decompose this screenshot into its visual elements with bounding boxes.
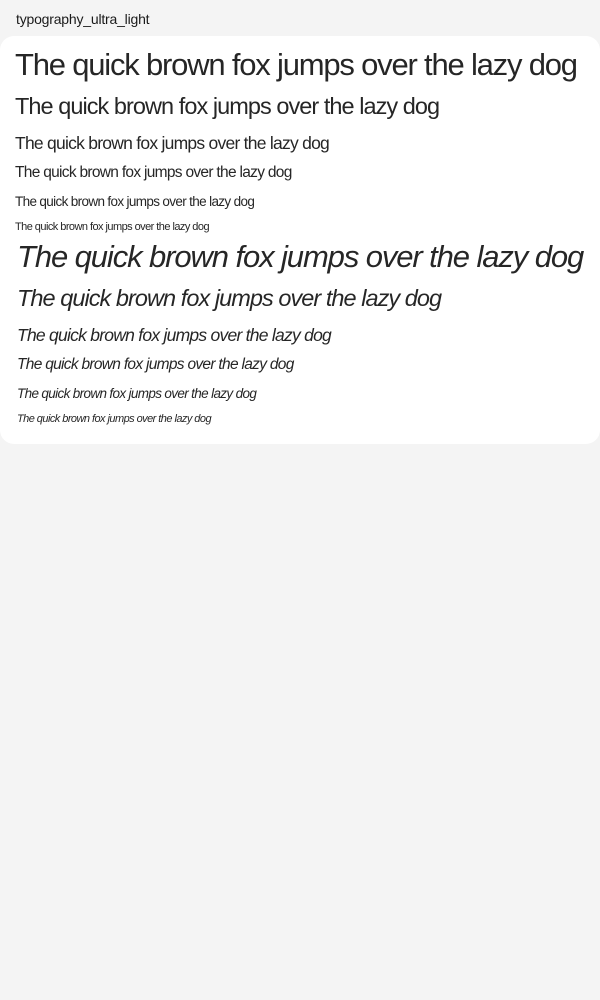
sample-regular-xs: The quick brown fox jumps over the lazy … bbox=[15, 194, 255, 209]
sample-italic-lg: The quick brown fox jumps over the lazy … bbox=[17, 285, 442, 311]
sample-regular-xxs: The quick brown fox jumps over the lazy … bbox=[15, 221, 210, 233]
sample-regular-sm: The quick brown fox jumps over the lazy … bbox=[15, 164, 292, 181]
sample-italic-xl: The quick brown fox jumps over the lazy … bbox=[17, 239, 584, 274]
page-title: typography_ultra_light bbox=[16, 11, 150, 27]
sample-regular-xl: The quick brown fox jumps over the lazy … bbox=[15, 47, 578, 82]
sample-italic-xs: The quick brown fox jumps over the lazy … bbox=[17, 386, 257, 401]
sample-italic-sm: The quick brown fox jumps over the lazy … bbox=[17, 356, 294, 373]
sample-italic-md: The quick brown fox jumps over the lazy … bbox=[17, 325, 332, 345]
typography-card: The quick brown fox jumps over the lazy … bbox=[0, 36, 600, 444]
sample-italic-xxs: The quick brown fox jumps over the lazy … bbox=[17, 413, 212, 425]
sample-regular-lg: The quick brown fox jumps over the lazy … bbox=[15, 93, 440, 119]
sample-regular-md: The quick brown fox jumps over the lazy … bbox=[15, 133, 330, 153]
